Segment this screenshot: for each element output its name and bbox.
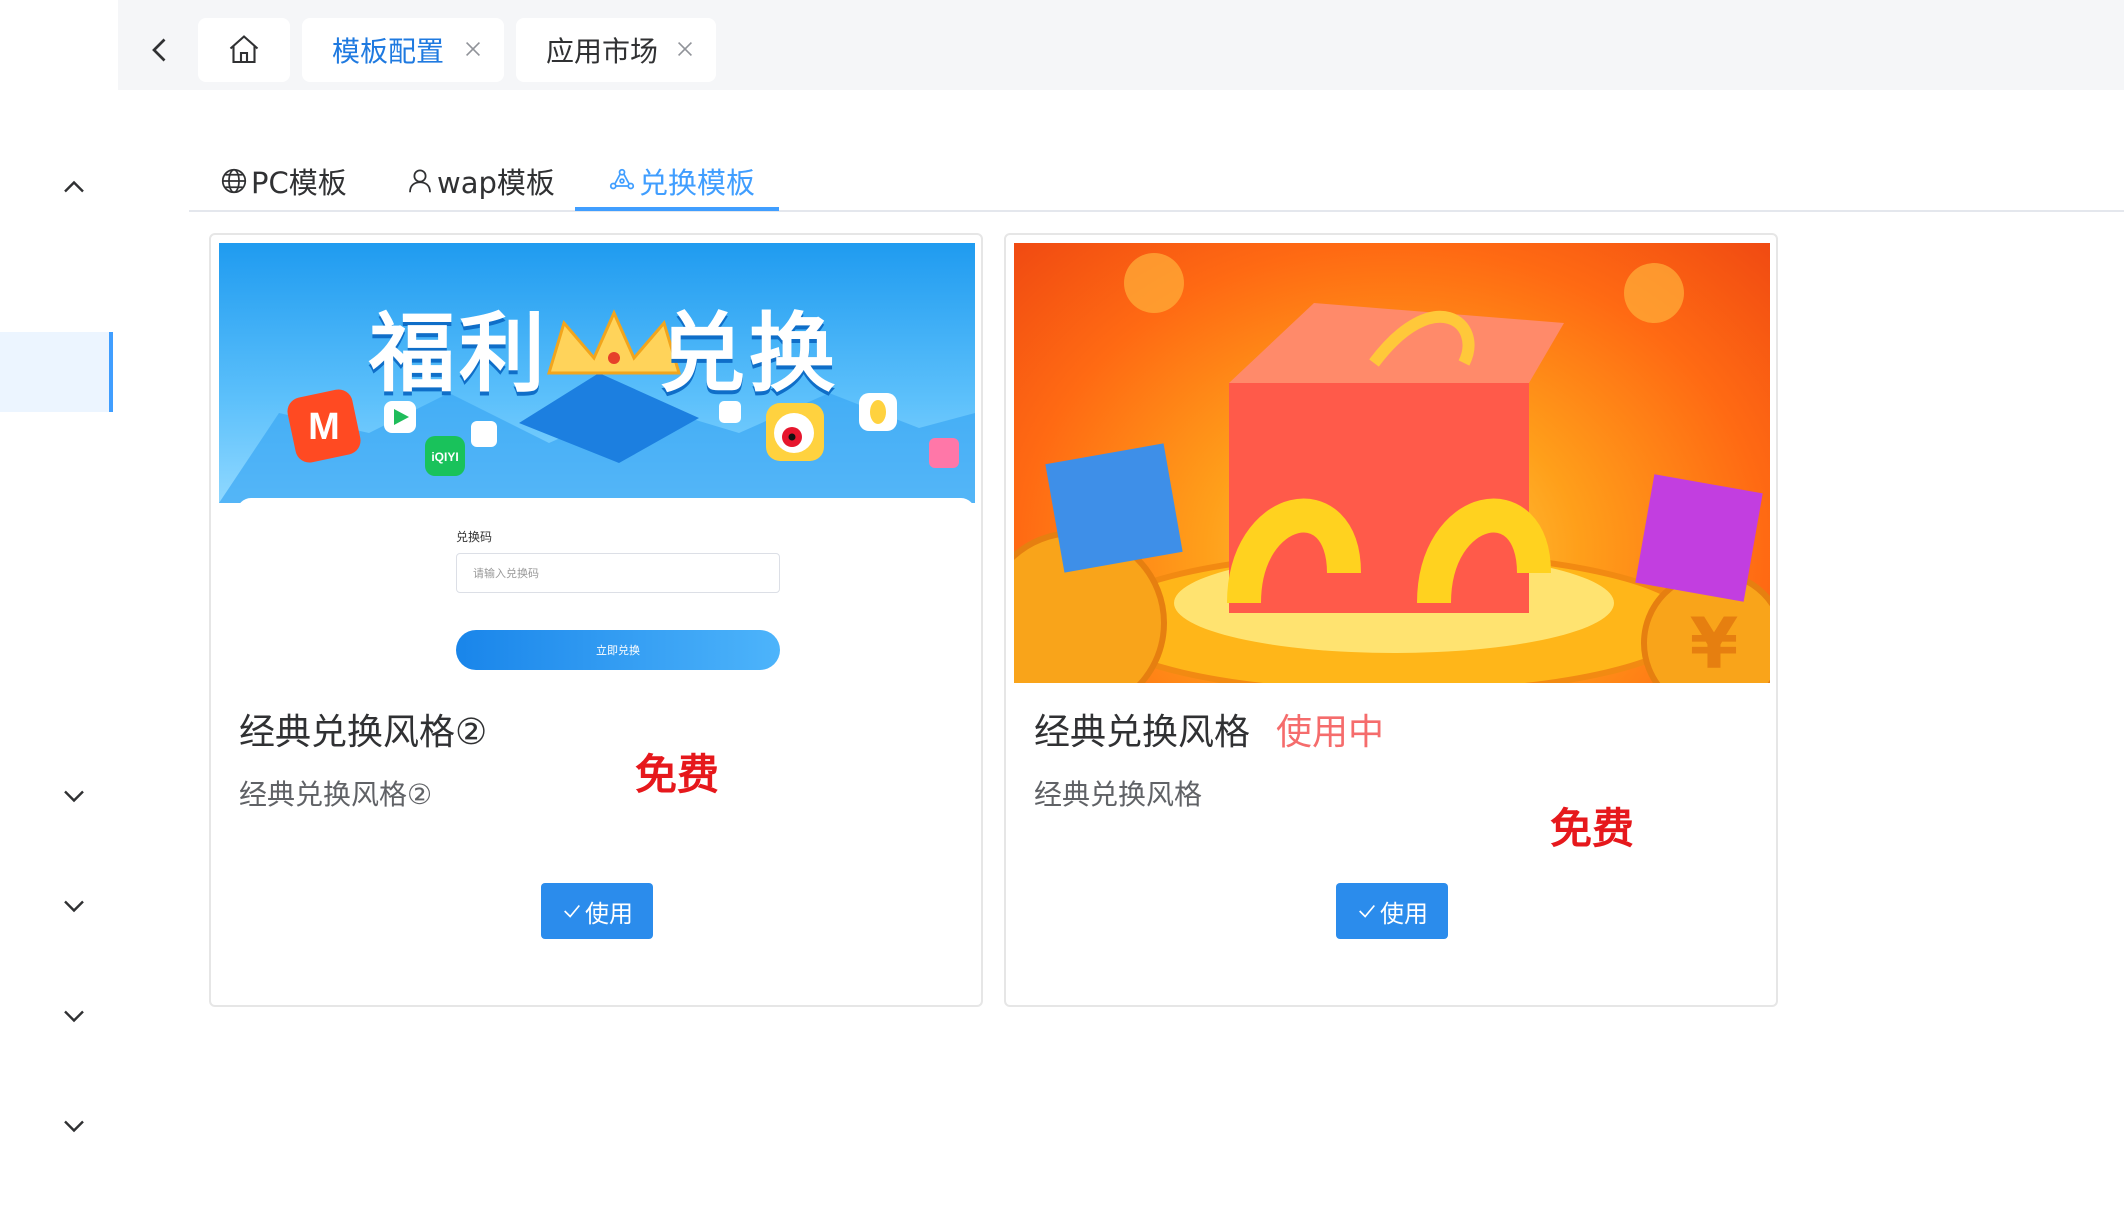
back-arrow-icon[interactable] (142, 30, 178, 70)
preview-submit-button: 立即兑换 (456, 630, 780, 670)
tab-pc-template[interactable]: PC模板 (219, 150, 347, 212)
tab-wap-template[interactable]: wap模板 (405, 150, 555, 212)
preview-code-input: 请输入兑换码 (456, 553, 780, 593)
tab-redeem-template-label: 兑换模板 (639, 166, 756, 200)
template-preview-image: M iQIYI 福利 兑换 兑换码 请输入兑换码 立即兑换 (219, 243, 975, 683)
card-description: 经典兑换风格 (1034, 778, 1203, 811)
use-button-label: 使用 (585, 899, 633, 928)
home-icon (229, 35, 259, 64)
card-title-text: 经典兑换风格 (1034, 712, 1251, 753)
preview-banner-title-right: 兑换 (659, 304, 839, 404)
check-icon (1359, 904, 1375, 918)
close-icon[interactable] (462, 38, 484, 60)
user-icon (409, 169, 431, 193)
svg-text:¥: ¥ (1690, 603, 1739, 683)
use-button-label: 使用 (1380, 899, 1428, 928)
active-tab-indicator (575, 207, 779, 211)
price-label: 免费 (1550, 804, 1635, 853)
use-button[interactable]: 使用 (541, 883, 653, 939)
chevron-down-icon[interactable] (56, 888, 92, 924)
preview-banner-title-left: 福利 (369, 304, 549, 404)
chevron-down-icon[interactable] (56, 998, 92, 1034)
template-card: M iQIYI 福利 兑换 兑换码 请输入兑换码 立即兑换 经典兑换风格② 经典… (209, 233, 983, 1007)
chevron-up-icon[interactable] (56, 169, 92, 205)
in-use-status: 使用中 (1276, 712, 1385, 753)
card-title-text: 经典兑换风格② (239, 712, 488, 753)
template-tabs: PC模板 wap模板 兑换模板 (189, 150, 2124, 212)
svg-text:iQIYI: iQIYI (431, 450, 458, 464)
tab-wap-template-label: wap模板 (437, 166, 555, 200)
tab-app-market[interactable]: 应用市场 (516, 18, 716, 82)
card-title: 经典兑换风格 使用中 (1034, 703, 1384, 755)
close-icon[interactable] (674, 38, 696, 60)
chevron-down-icon[interactable] (56, 1108, 92, 1144)
card-description: 经典兑换风格② (239, 778, 433, 811)
tab-redeem-template[interactable]: 兑换模板 (607, 150, 755, 212)
preview-banner: M iQIYI 福利 兑换 (219, 243, 975, 503)
preview-gift-illustration: ¥ (1014, 243, 1770, 683)
tab-template-config-label: 模板配置 (332, 35, 445, 68)
svg-text:M: M (308, 406, 340, 448)
exchange-icon (609, 168, 635, 190)
template-preview-image: ¥ (1014, 243, 1770, 683)
template-card: ¥ 经典兑换风格 使用中 经典兑换风格 免费 使用 (1004, 233, 1778, 1007)
tab-template-config[interactable]: 模板配置 (302, 18, 504, 82)
use-button[interactable]: 使用 (1336, 883, 1448, 939)
tab-app-market-label: 应用市场 (546, 35, 659, 68)
card-title: 经典兑换风格② (239, 703, 487, 755)
preview-field-label: 兑换码 (456, 530, 493, 544)
tab-pc-template-label: PC模板 (251, 166, 347, 200)
chevron-down-icon[interactable] (56, 778, 92, 814)
globe-icon (221, 168, 247, 194)
home-tab[interactable] (198, 18, 290, 82)
price-label: 免费 (635, 750, 720, 799)
sidebar-active-item[interactable] (0, 332, 113, 412)
check-icon (564, 904, 580, 918)
sidebar (0, 0, 118, 1220)
